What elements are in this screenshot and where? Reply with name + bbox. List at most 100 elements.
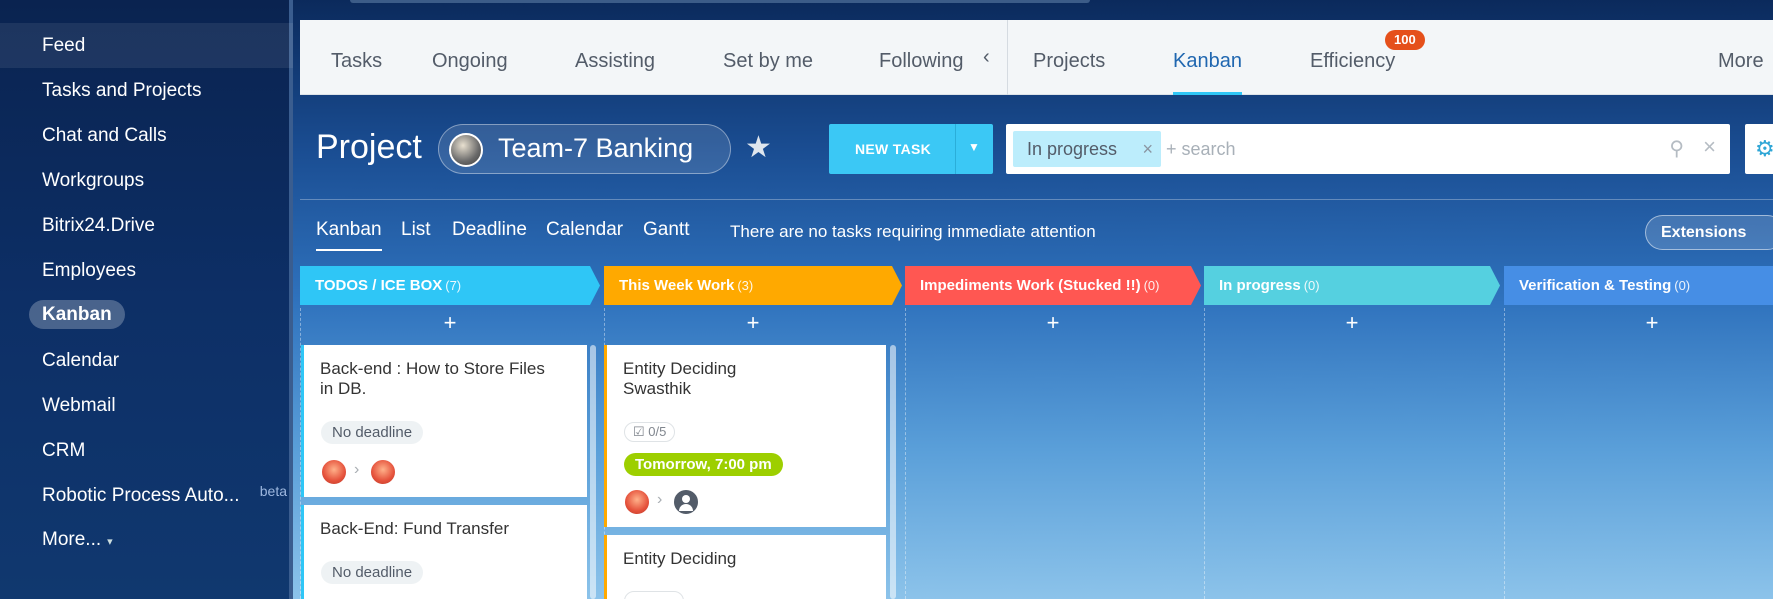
task-title: Entity Deciding Swasthik [623, 359, 737, 398]
column-title: In progress [1219, 277, 1301, 294]
column-header-in-progress[interactable]: In progress (0) [1204, 266, 1500, 305]
new-task-button[interactable]: NEW TASK ▼ [829, 124, 993, 174]
task-title: Back-end : How to Store Files in DB. [320, 359, 545, 398]
tab-ongoing[interactable]: Ongoing [432, 20, 508, 95]
sidebar-item-drive[interactable]: Bitrix24.Drive [0, 203, 293, 248]
tab-tasks[interactable]: Tasks [331, 20, 382, 95]
nav-divider [1007, 20, 1008, 95]
column-count: (0) [1303, 278, 1320, 293]
sidebar-item-label: Robotic Process Auto... [42, 485, 240, 506]
sidebar-item-employees[interactable]: Employees [0, 248, 293, 293]
tab-following[interactable]: Following [879, 20, 963, 95]
divider [300, 199, 1773, 200]
sidebar-item-tasks-and-projects[interactable]: Tasks and Projects [0, 68, 293, 113]
attention-message: There are no tasks requiring immediate a… [730, 222, 1096, 241]
add-task-button[interactable]: + [1204, 310, 1500, 340]
close-icon[interactable]: × [1142, 131, 1153, 167]
extensions-button[interactable]: Extensions [1645, 215, 1773, 250]
sidebar-item-label: More... [42, 529, 102, 550]
sidebar-item-feed[interactable]: Feed [0, 23, 293, 68]
project-name: Team-7 Banking [498, 133, 694, 163]
sidebar-item-kanban[interactable]: Kanban [0, 292, 293, 337]
chevron-down-icon: ▼ [968, 140, 980, 154]
view-tab-deadline[interactable]: Deadline [452, 219, 527, 241]
column-scrollbar[interactable] [890, 345, 896, 599]
tab-kanban[interactable]: Kanban [1173, 20, 1242, 95]
search-input[interactable] [1166, 136, 1626, 162]
star-icon[interactable]: ★ [745, 130, 772, 165]
gear-icon[interactable]: ⚙ [1745, 124, 1773, 174]
top-search-bar-edge [350, 0, 1090, 3]
column-divider [905, 308, 906, 599]
task-card[interactable]: Entity Deciding Swasthik ☑ 0/5 Tomorrow,… [604, 345, 886, 527]
sidebar-item-label: CRM [42, 440, 86, 461]
sidebar-item-label: Workgroups [42, 170, 145, 191]
view-tab-gantt[interactable]: Gantt [643, 219, 689, 241]
sidebar-item-label: Webmail [42, 395, 116, 416]
column-divider [1204, 308, 1205, 599]
sidebar-item-calendar[interactable]: Calendar [0, 338, 293, 383]
sidebar-item-label: Tasks and Projects [42, 80, 202, 101]
add-task-button[interactable]: + [604, 310, 902, 340]
top-navigation: Tasks Ongoing Assisting Set by me Follow… [300, 20, 1773, 95]
sidebar-item-webmail[interactable]: Webmail [0, 383, 293, 428]
deadline-badge[interactable]: No deadline [321, 561, 424, 584]
avatar[interactable] [370, 459, 396, 485]
clear-icon[interactable]: × [1703, 134, 1716, 160]
checklist-badge[interactable] [624, 591, 684, 599]
chevron-down-icon: ▾ [107, 536, 113, 548]
column-scrollbar[interactable] [590, 345, 596, 599]
checklist-count: 0/5 [648, 424, 667, 439]
tab-set-by-me[interactable]: Set by me [723, 20, 813, 95]
deadline-badge[interactable]: No deadline [321, 421, 424, 444]
column-header-verification[interactable]: Verification & Testing (0) [1504, 266, 1773, 305]
view-tab-calendar[interactable]: Calendar [546, 219, 623, 241]
project-selector[interactable]: Team-7 Banking [438, 124, 731, 174]
add-task-button[interactable]: + [1504, 310, 1773, 340]
tab-efficiency[interactable]: Efficiency [1310, 20, 1395, 95]
new-task-dropdown[interactable]: ▼ [955, 124, 993, 174]
search-icon[interactable]: ⚲ [1669, 136, 1684, 161]
column-title: Verification & Testing [1519, 277, 1672, 294]
task-title: Entity Deciding [623, 549, 737, 568]
filter-search-box[interactable]: In progress × ⚲ × [1006, 124, 1730, 174]
column-header-this-week[interactable]: This Week Work (3) [604, 266, 902, 305]
project-avatar [449, 133, 483, 167]
chevron-right-icon: › [657, 491, 663, 508]
sidebar-item-workgroups[interactable]: Workgroups [0, 158, 293, 203]
sidebar-item-label: Kanban [29, 300, 125, 329]
add-task-button[interactable]: + [300, 310, 600, 340]
tab-assisting[interactable]: Assisting [575, 20, 655, 95]
avatar[interactable] [624, 489, 650, 515]
sidebar-item-robotic-process[interactable]: Robotic Process Auto... beta [0, 473, 293, 518]
avatar[interactable] [321, 459, 347, 485]
user-icon[interactable] [673, 489, 699, 515]
column-header-impediments[interactable]: Impediments Work (Stucked !!) (0) [905, 266, 1201, 305]
chevron-left-icon[interactable]: ‹ [983, 46, 990, 69]
sidebar-item-chat-and-calls[interactable]: Chat and Calls [0, 113, 293, 158]
chevron-right-icon: › [354, 461, 360, 478]
sidebar-item-label: Employees [42, 260, 136, 281]
column-count: (7) [445, 278, 462, 293]
view-tab-list[interactable]: List [401, 219, 431, 241]
sidebar-item-label: Chat and Calls [42, 125, 167, 146]
task-card[interactable]: Entity Deciding [604, 535, 886, 599]
tab-projects[interactable]: Projects [1033, 20, 1105, 95]
tab-more[interactable]: More [1718, 20, 1764, 95]
efficiency-badge: 100 [1385, 30, 1425, 50]
task-card[interactable]: Back-end : How to Store Files in DB. No … [301, 345, 587, 497]
new-task-label: NEW TASK [855, 141, 932, 157]
column-title: This Week Work [619, 277, 735, 294]
sidebar: Feed Tasks and Projects Chat and Calls W… [0, 0, 293, 599]
column-header-todos[interactable]: TODOS / ICE BOX (7) [300, 266, 600, 305]
beta-badge: beta [259, 483, 287, 499]
deadline-badge[interactable]: Tomorrow, 7:00 pm [624, 453, 783, 476]
sidebar-item-crm[interactable]: CRM [0, 428, 293, 473]
sidebar-item-more[interactable]: More... ▾ [0, 517, 293, 562]
view-tab-kanban[interactable]: Kanban [316, 219, 382, 251]
sidebar-item-label: Calendar [42, 350, 120, 371]
add-task-button[interactable]: + [905, 310, 1201, 340]
filter-chip[interactable]: In progress × [1013, 131, 1161, 167]
checklist-badge[interactable]: ☑ 0/5 [624, 422, 676, 442]
task-card[interactable]: Back-End: Fund Transfer No deadline [301, 505, 587, 599]
